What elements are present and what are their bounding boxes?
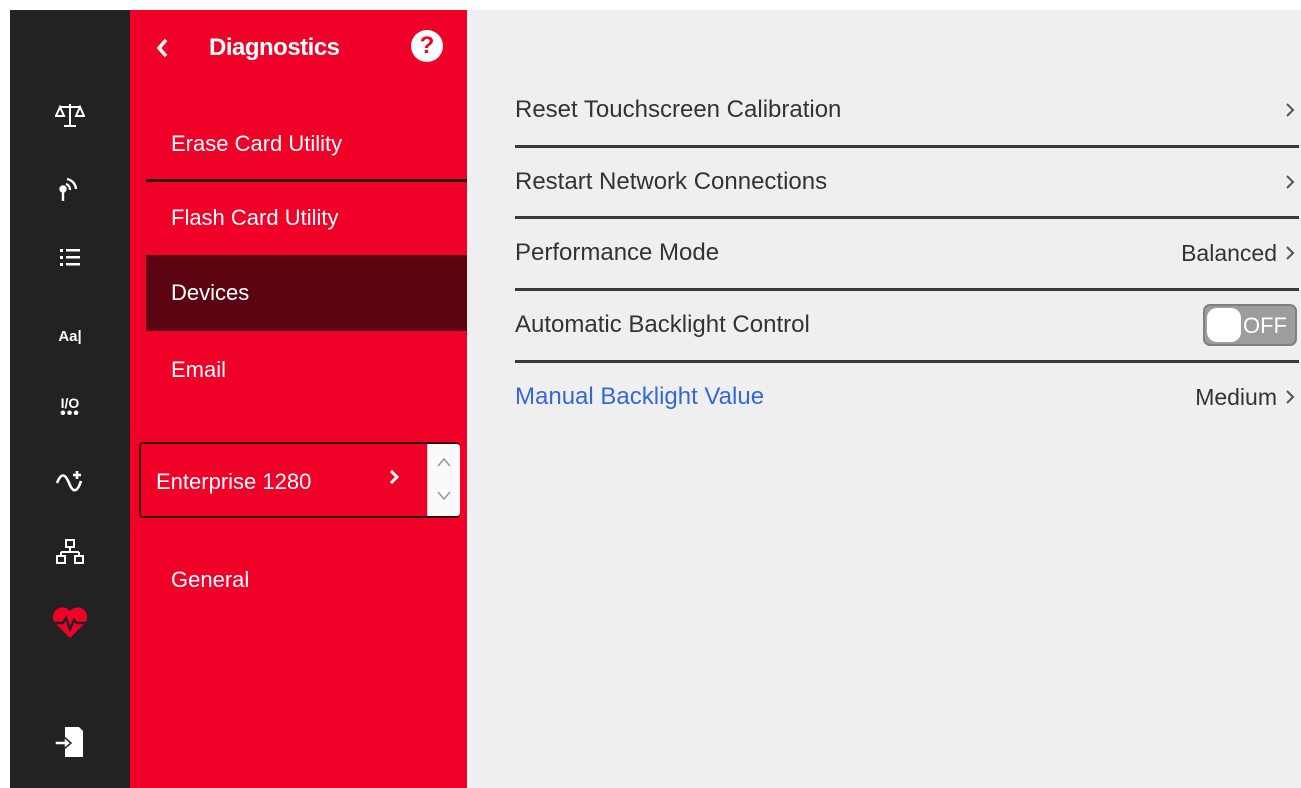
automatic-backlight-toggle[interactable]: OFF [1203, 304, 1297, 346]
row-restart-network-connections[interactable]: Restart Network Connections [515, 147, 1299, 217]
icon-rail: Aa| I/O ••• [10, 10, 130, 788]
io-icon[interactable]: I/O ••• [10, 387, 130, 427]
row-manual-backlight-value[interactable]: Manual Backlight Value Medium [515, 362, 1299, 432]
chevron-right-icon [1286, 246, 1295, 260]
enterprise-scroller[interactable] [427, 444, 460, 516]
row-performance-mode[interactable]: Performance Mode Balanced [515, 218, 1299, 288]
toggle-knob [1207, 308, 1241, 342]
menu-item-erase-card-utility[interactable]: Erase Card Utility [146, 106, 467, 182]
menu-header: Diagnostics ? [130, 10, 467, 86]
logout-icon[interactable] [10, 722, 130, 762]
window-left-edge [0, 10, 10, 788]
menu-item-email[interactable]: Email [146, 332, 467, 408]
list-icon[interactable] [10, 238, 130, 278]
page-title: Diagnostics [209, 34, 340, 61]
performance-mode-value: Balanced [1181, 239, 1277, 266]
help-icon[interactable]: ? [411, 30, 443, 62]
toggle-state-label: OFF [1243, 313, 1287, 338]
chevron-right-icon [1286, 103, 1295, 117]
enterprise-label: Enterprise 1280 [156, 469, 312, 494]
wireless-icon[interactable] [10, 170, 130, 210]
menu-item-general[interactable]: General [146, 542, 467, 618]
chevron-right-icon [389, 469, 400, 485]
chevron-right-icon [1286, 175, 1295, 189]
back-chevron-icon[interactable] [152, 34, 172, 62]
diagnostics-menu: Diagnostics ? Erase Card Utility Flash C… [130, 10, 467, 788]
network-hierarchy-icon[interactable] [10, 532, 130, 572]
row-automatic-backlight-control: Automatic Backlight Control OFF [515, 290, 1299, 360]
menu-item-flash-card-utility[interactable]: Flash Card Utility [146, 180, 467, 256]
menu-item-devices[interactable]: Devices [146, 255, 467, 331]
signal-flow-icon[interactable] [10, 460, 130, 500]
window-top-edge [0, 0, 1301, 10]
chevron-right-icon [1286, 390, 1295, 404]
heart-pulse-icon[interactable] [10, 602, 130, 642]
scroll-down-icon[interactable] [436, 490, 452, 502]
scale-icon[interactable] [10, 95, 130, 135]
font-icon[interactable]: Aa| [10, 316, 130, 356]
row-reset-touchscreen-calibration[interactable]: Reset Touchscreen Calibration [515, 75, 1299, 145]
manual-backlight-value: Medium [1195, 383, 1277, 410]
enterprise-selector[interactable]: Enterprise 1280 [139, 442, 460, 518]
scroll-up-icon[interactable] [436, 456, 452, 468]
settings-content: Reset Touchscreen Calibration Restart Ne… [467, 10, 1301, 788]
